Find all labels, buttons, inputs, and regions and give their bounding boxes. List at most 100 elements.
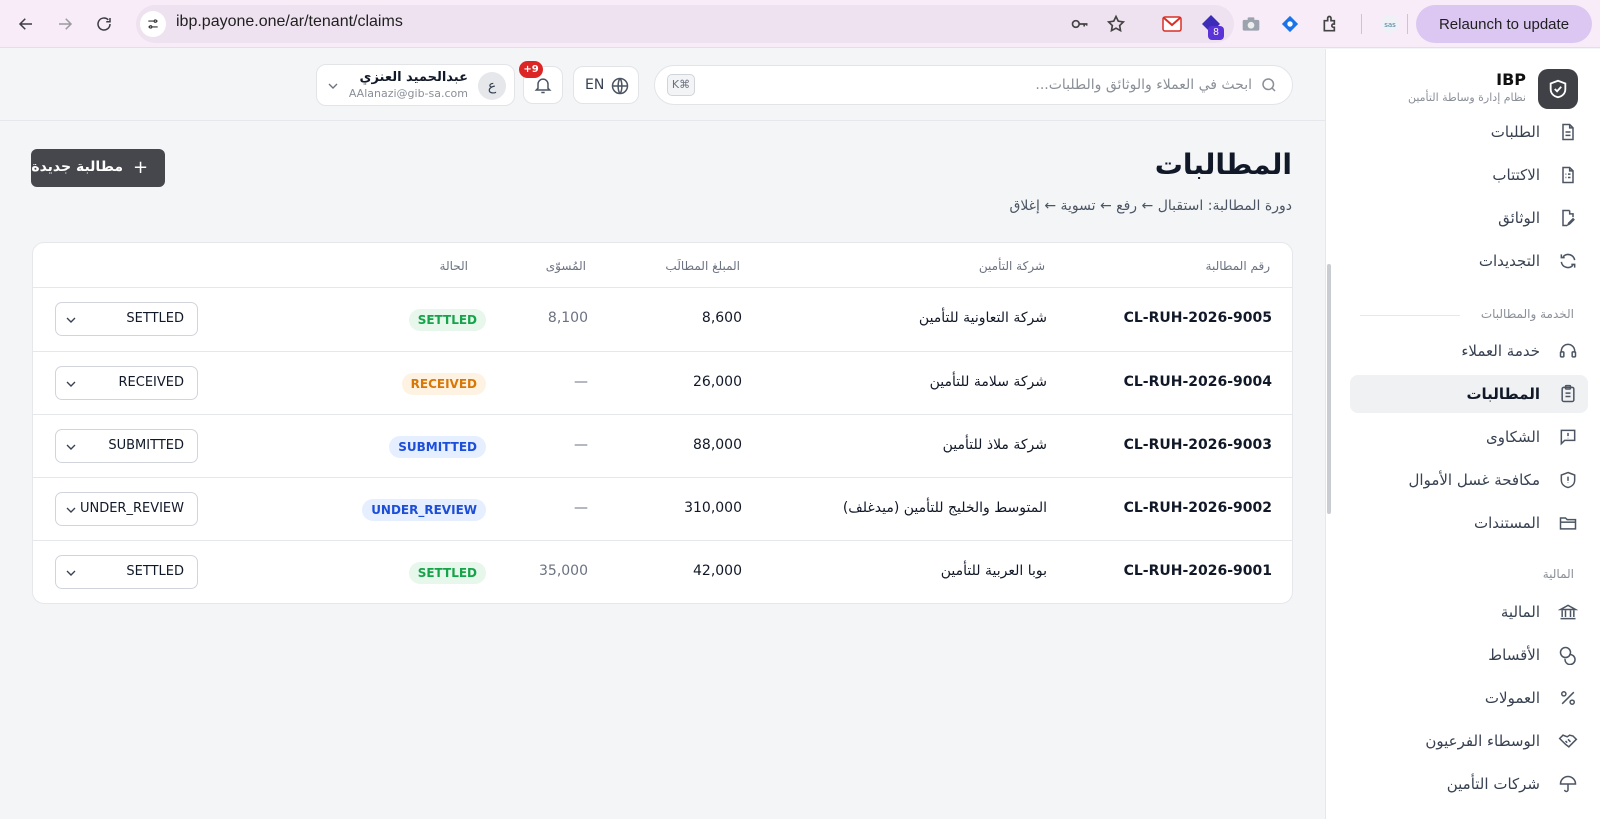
language-toggle-button[interactable]: EN <box>573 66 639 104</box>
document-icon <box>1558 122 1578 142</box>
claimed-amount: 88,000 <box>693 437 742 453</box>
table-row[interactable]: CL-RUH-2026-9003 شركة ملاذ للتأمين 88,00… <box>33 414 1292 477</box>
notification-count-badge: +9 <box>519 61 543 78</box>
shield-icon <box>1558 470 1578 490</box>
claim-id[interactable]: CL-RUH-2026-9002 <box>1124 500 1272 516</box>
gmail-extension-icon[interactable] <box>1160 12 1184 36</box>
back-icon[interactable] <box>11 9 41 39</box>
shield-logo-icon <box>1538 69 1578 109</box>
url-text[interactable]: ibp.payone.one/ar/tenant/claims <box>176 13 403 31</box>
relaunch-button[interactable]: Relaunch to update <box>1416 5 1592 43</box>
password-key-icon[interactable] <box>1068 12 1092 36</box>
section-title-finance: المالية <box>1542 567 1574 581</box>
status-badge: SUBMITTED <box>389 436 486 458</box>
insurance-company: بوبا العربية للتأمين <box>940 563 1047 579</box>
sidebar-item-label: المستندات <box>1473 514 1540 532</box>
globe-icon <box>610 76 630 96</box>
new-claim-label: مطالبة جديدة <box>31 159 123 175</box>
claim-id[interactable]: CL-RUH-2026-9003 <box>1124 437 1272 453</box>
bookmark-star-icon[interactable] <box>1104 12 1128 36</box>
sidebar-item-label: الأقساط <box>1488 646 1540 664</box>
sidebar-item-policies[interactable]: الوثائق <box>1350 199 1588 237</box>
page-subtitle: دورة المطالبة: استقبال ← رفع ← تسوية ← إ… <box>1009 198 1292 214</box>
new-claim-button[interactable]: + مطالبة جديدة <box>31 149 165 187</box>
sidebar-item-requests[interactable]: الطلبات <box>1350 113 1588 151</box>
profile-icon[interactable]: sas <box>1378 12 1402 36</box>
sidebar-item-label: العمولات <box>1484 689 1540 707</box>
sidebar-item-complaints[interactable]: الشكاوى <box>1350 418 1588 456</box>
reload-icon[interactable] <box>89 9 119 39</box>
plus-icon: + <box>133 157 149 178</box>
settled-amount: 8,100 <box>547 310 588 326</box>
sidebar-item-renewals[interactable]: التجديدات <box>1350 242 1588 280</box>
claim-id[interactable]: CL-RUH-2026-9005 <box>1124 310 1272 326</box>
status-dropdown[interactable]: SETTLED <box>55 555 198 589</box>
umbrella-icon <box>1558 774 1578 794</box>
sidebar-item-label: الشكاوى <box>1486 428 1540 446</box>
section-divider <box>1360 315 1460 316</box>
claim-id[interactable]: CL-RUH-2026-9004 <box>1124 374 1272 390</box>
blue-tag-extension-icon[interactable] <box>1278 12 1302 36</box>
column-header-company: شركة التأمين <box>978 259 1045 273</box>
sidebar-item-customer-service[interactable]: خدمة العملاء <box>1350 332 1588 370</box>
settled-amount: — <box>574 374 588 390</box>
chevron-down-icon <box>63 376 79 392</box>
column-header-amount: المبلغ المطالَب <box>665 259 740 273</box>
sidebar-item-commissions[interactable]: العمولات <box>1350 679 1588 717</box>
sidebar-item-aml[interactable]: مكافحة غسل الأموال <box>1350 461 1588 499</box>
sidebar-item-insurance-companies[interactable]: شركات التأمين <box>1350 765 1588 803</box>
sidebar-item-documents[interactable]: المستندات <box>1350 504 1588 542</box>
status-badge: RECEIVED <box>401 373 486 395</box>
claims-table: رقم المطالبة شركة التأمين المبلغ المطالَ… <box>32 242 1293 604</box>
status-dropdown[interactable]: UNDER_REVIEW <box>55 492 198 526</box>
chevron-down-icon <box>63 312 79 328</box>
sidebar-item-underwriting[interactable]: الاكتتاب <box>1350 156 1588 194</box>
sidebar-item-sub-brokers[interactable]: الوسطاء الفرعيون <box>1350 722 1588 760</box>
status-badge: SETTLED <box>408 309 486 331</box>
language-label: EN <box>585 77 605 93</box>
chevron-down-icon <box>63 502 79 518</box>
chevron-down-icon <box>63 565 79 581</box>
camera-extension-icon[interactable] <box>1239 12 1263 36</box>
table-row[interactable]: CL-RUH-2026-9005 شركة التعاونية للتأمين … <box>33 288 1292 351</box>
table-row[interactable]: CL-RUH-2026-9004 شركة سلامة للتأمين 26,0… <box>33 351 1292 414</box>
sidebar-item-claims[interactable]: المطالبات <box>1350 375 1588 413</box>
status-dropdown-value: SUBMITTED <box>108 438 184 453</box>
brand-subtitle: نظام إدارة وساطة التأمين <box>1407 91 1526 104</box>
table-row[interactable]: CL-RUH-2026-9002 المتوسط والخليج للتأمين… <box>33 477 1292 540</box>
sidebar-item-label: التجديدات <box>1478 252 1540 270</box>
status-dropdown[interactable]: SETTLED <box>55 302 198 336</box>
claimed-amount: 8,600 <box>701 310 742 326</box>
avatar: ع <box>478 72 506 100</box>
bell-icon <box>533 75 553 95</box>
search-placeholder[interactable]: ابحث في العملاء والوثائق والطلبات... <box>1035 77 1252 93</box>
sidebar-item-label: المطالبات <box>1466 385 1540 403</box>
user-menu-button[interactable]: عبدالحميد العنزي AAlanazi@gib-sa.com ع <box>316 64 515 106</box>
chevron-down-icon <box>325 78 341 94</box>
sidebar-item-finance[interactable]: المالية <box>1350 593 1588 631</box>
toolbar-divider <box>1407 14 1408 34</box>
settled-amount: 35,000 <box>539 563 588 579</box>
status-dropdown-value: RECEIVED <box>118 375 185 390</box>
sidebar-item-label: شركات التأمين <box>1446 775 1540 793</box>
extension-badge: 8 <box>1208 26 1224 40</box>
sidebar-item-premiums[interactable]: الأقساط <box>1350 636 1588 674</box>
status-dropdown-value: SETTLED <box>126 564 184 579</box>
main-scrollbar[interactable] <box>1327 264 1331 514</box>
svg-text:sas: sas <box>1384 21 1396 29</box>
global-search[interactable]: ابحث في العملاء والوثائق والطلبات... K⌘ <box>654 65 1293 105</box>
table-row[interactable]: CL-RUH-2026-9001 بوبا العربية للتأمين 42… <box>33 540 1292 603</box>
puzzle-extensions-icon[interactable] <box>1319 12 1343 36</box>
status-dropdown[interactable]: SUBMITTED <box>55 429 198 463</box>
clipboard-icon <box>1558 384 1578 404</box>
status-dropdown-value: SETTLED <box>126 311 184 326</box>
column-header-settled: المُسوّى <box>545 259 586 273</box>
site-settings-icon[interactable] <box>140 11 166 37</box>
claim-id[interactable]: CL-RUH-2026-9001 <box>1124 563 1272 579</box>
bank-icon <box>1557 602 1579 622</box>
checklist-document-icon <box>1558 165 1578 185</box>
status-dropdown-value: UNDER_REVIEW <box>79 501 184 516</box>
forward-icon[interactable] <box>50 9 80 39</box>
headset-icon <box>1558 341 1578 361</box>
status-dropdown[interactable]: RECEIVED <box>55 366 198 400</box>
